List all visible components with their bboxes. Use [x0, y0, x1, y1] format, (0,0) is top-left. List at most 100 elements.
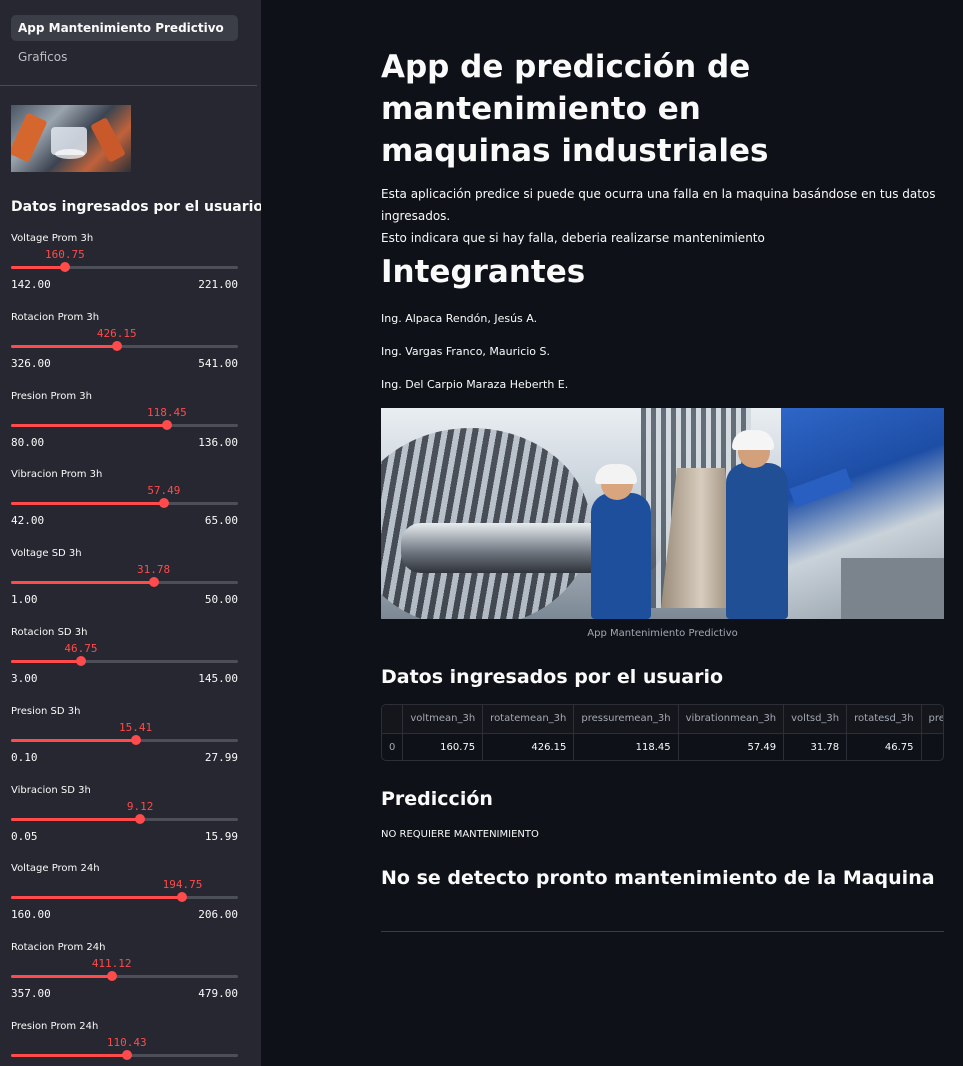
- column-header[interactable]: rotatesd_3h: [846, 705, 922, 734]
- nav-item-graficos[interactable]: Graficos: [11, 44, 238, 70]
- slider-thumb[interactable]: [135, 813, 146, 824]
- slider-voltage-prom-24h[interactable]: Voltage Prom 24h 194.75 160.00 206.00: [11, 863, 238, 935]
- slider-value: 9.12: [126, 799, 154, 813]
- table-cell: 426.15: [482, 733, 575, 760]
- table-cell: [921, 733, 943, 760]
- slider-label: Rotacion Prom 3h: [11, 311, 100, 323]
- slider-fill: [11, 1054, 127, 1057]
- slider-min: 0.10: [11, 750, 38, 764]
- column-header[interactable]: pressu: [921, 705, 943, 734]
- slider-min: 42.00: [11, 514, 45, 528]
- description-line-2: Esto indicara que si hay falla, deberia …: [381, 231, 765, 245]
- slider-value: 15.41: [119, 720, 153, 734]
- page-title: App de predicción de mantenimiento en ma…: [381, 49, 769, 169]
- slider-presion-prom-24h[interactable]: Presion Prom 24h 110.43: [11, 1021, 238, 1066]
- slider-vibracion-prom-3h[interactable]: Vibracion Prom 3h 57.49 42.00 65.00: [11, 469, 238, 541]
- column-header[interactable]: vibrationmean_3h: [678, 705, 785, 734]
- slider-fill: [11, 502, 164, 506]
- slider-fill: [11, 423, 167, 427]
- table-cell: 57.49: [678, 733, 785, 760]
- app-description: Esta aplicación predice si puede que ocu…: [381, 183, 944, 249]
- slider-fill: [11, 266, 65, 269]
- slider-fill: [11, 975, 112, 979]
- column-header[interactable]: pressuremean_3h: [573, 705, 679, 734]
- slider-vibracion-sd-3h[interactable]: Vibracion SD 3h 9.12 0.05 15.99: [11, 785, 238, 857]
- table-cell: 0: [382, 733, 404, 760]
- slider-thumb[interactable]: [75, 656, 86, 666]
- slider-track[interactable]: [11, 423, 238, 427]
- main-content: App de predicción de mantenimiento en ma…: [261, 0, 963, 1066]
- slider-track[interactable]: [11, 581, 238, 585]
- team-member: Ing. Alpaca Rendón, Jesús A.: [381, 312, 538, 325]
- slider-fill: [11, 660, 81, 663]
- slider-fill: [11, 896, 183, 900]
- slider-thumb[interactable]: [130, 734, 141, 745]
- slider-fill: [11, 344, 117, 348]
- slider-label: Voltage Prom 24h: [11, 863, 100, 875]
- slider-track[interactable]: [11, 660, 238, 663]
- slider-label: Vibracion Prom 3h: [11, 469, 103, 481]
- slider-value: 118.45: [146, 405, 187, 419]
- slider-value: 110.43: [106, 1036, 147, 1049]
- slider-min: 3.00: [11, 672, 38, 685]
- slider-min: 0.05: [11, 829, 38, 843]
- slider-value: 31.78: [137, 563, 171, 577]
- slider-rotacion-prom-24h[interactable]: Rotacion Prom 24h 411.12 357.00 479.00: [11, 942, 238, 1014]
- slider-value: 411.12: [91, 957, 132, 971]
- slider-label: Voltage SD 3h: [11, 548, 82, 560]
- slider-thumb[interactable]: [121, 1050, 132, 1060]
- slider-min: 142.00: [11, 278, 51, 291]
- slider-max: 479.00: [198, 987, 238, 1001]
- nav-divider: [0, 85, 257, 86]
- slider-track[interactable]: [11, 738, 238, 742]
- slider-thumb[interactable]: [177, 892, 188, 903]
- slider-track[interactable]: [11, 344, 238, 348]
- table-row: 0 160.75 426.15 118.45 57.49 31.78 46.75: [382, 733, 943, 760]
- slider-fill: [11, 738, 136, 742]
- data-heading: Datos ingresados por el usuario: [381, 666, 724, 688]
- description-line-1: Esta aplicación predice si puede que ocu…: [381, 187, 936, 223]
- slider-value: 57.49: [147, 484, 181, 498]
- slider-max: 136.00: [198, 435, 238, 449]
- slider-thumb[interactable]: [106, 971, 117, 982]
- table-cell: 118.45: [573, 733, 679, 760]
- slider-rotacion-prom-3h[interactable]: Rotacion Prom 3h 426.15 326.00 541.00: [11, 312, 238, 384]
- slider-fill: [11, 817, 141, 821]
- slider-track[interactable]: [11, 502, 238, 506]
- slider-value: 160.75: [45, 248, 85, 261]
- slider-label: Vibracion SD 3h: [11, 784, 91, 796]
- column-header[interactable]: [382, 705, 404, 734]
- slider-fill: [11, 581, 154, 585]
- slider-thumb[interactable]: [111, 340, 122, 351]
- slider-min: 80.00: [11, 435, 45, 449]
- slider-rotacion-sd-3h[interactable]: Rotacion SD 3h 46.75 3.00 145.00: [11, 627, 238, 699]
- slider-thumb[interactable]: [59, 262, 70, 272]
- slider-voltage-sd-3h[interactable]: Voltage SD 3h 31.78 1.00 50.00: [11, 548, 238, 620]
- slider-min: 357.00: [11, 987, 51, 1001]
- slider-value: 46.75: [64, 642, 98, 655]
- user-data-table[interactable]: voltmean_3h rotatemean_3h pressuremean_3…: [381, 704, 944, 761]
- slider-min: 1.00: [11, 593, 38, 607]
- slider-track[interactable]: [11, 266, 238, 269]
- slider-thumb[interactable]: [158, 498, 169, 509]
- table-cell: 31.78: [783, 733, 848, 760]
- slider-voltage-prom-3h[interactable]: Voltage Prom 3h 160.75 142.00 221.00: [11, 233, 238, 305]
- table-cell: 160.75: [402, 733, 484, 760]
- team-member: Ing. Vargas Franco, Mauricio S.: [381, 345, 551, 358]
- slider-label: Voltage Prom 3h: [11, 233, 94, 244]
- slider-max: 206.00: [198, 908, 238, 922]
- slider-presion-prom-3h[interactable]: Presion Prom 3h 118.45 80.00 136.00: [11, 391, 238, 463]
- slider-thumb[interactable]: [148, 577, 159, 588]
- slider-max: 27.99: [204, 750, 238, 764]
- slider-track[interactable]: [11, 896, 238, 900]
- slider-track[interactable]: [11, 817, 238, 821]
- column-header[interactable]: rotatemean_3h: [482, 705, 575, 734]
- slider-presion-sd-3h[interactable]: Presion SD 3h 15.41 0.10 27.99: [11, 706, 238, 778]
- column-header[interactable]: voltsd_3h: [783, 705, 848, 734]
- slider-thumb[interactable]: [161, 419, 172, 430]
- slider-max: 50.00: [204, 593, 238, 607]
- column-header[interactable]: voltmean_3h: [402, 705, 484, 734]
- nav-item-app-mantenimiento[interactable]: App Mantenimiento Predictivo: [11, 15, 238, 41]
- slider-track[interactable]: [11, 975, 238, 979]
- team-heading: Integrantes: [381, 254, 586, 290]
